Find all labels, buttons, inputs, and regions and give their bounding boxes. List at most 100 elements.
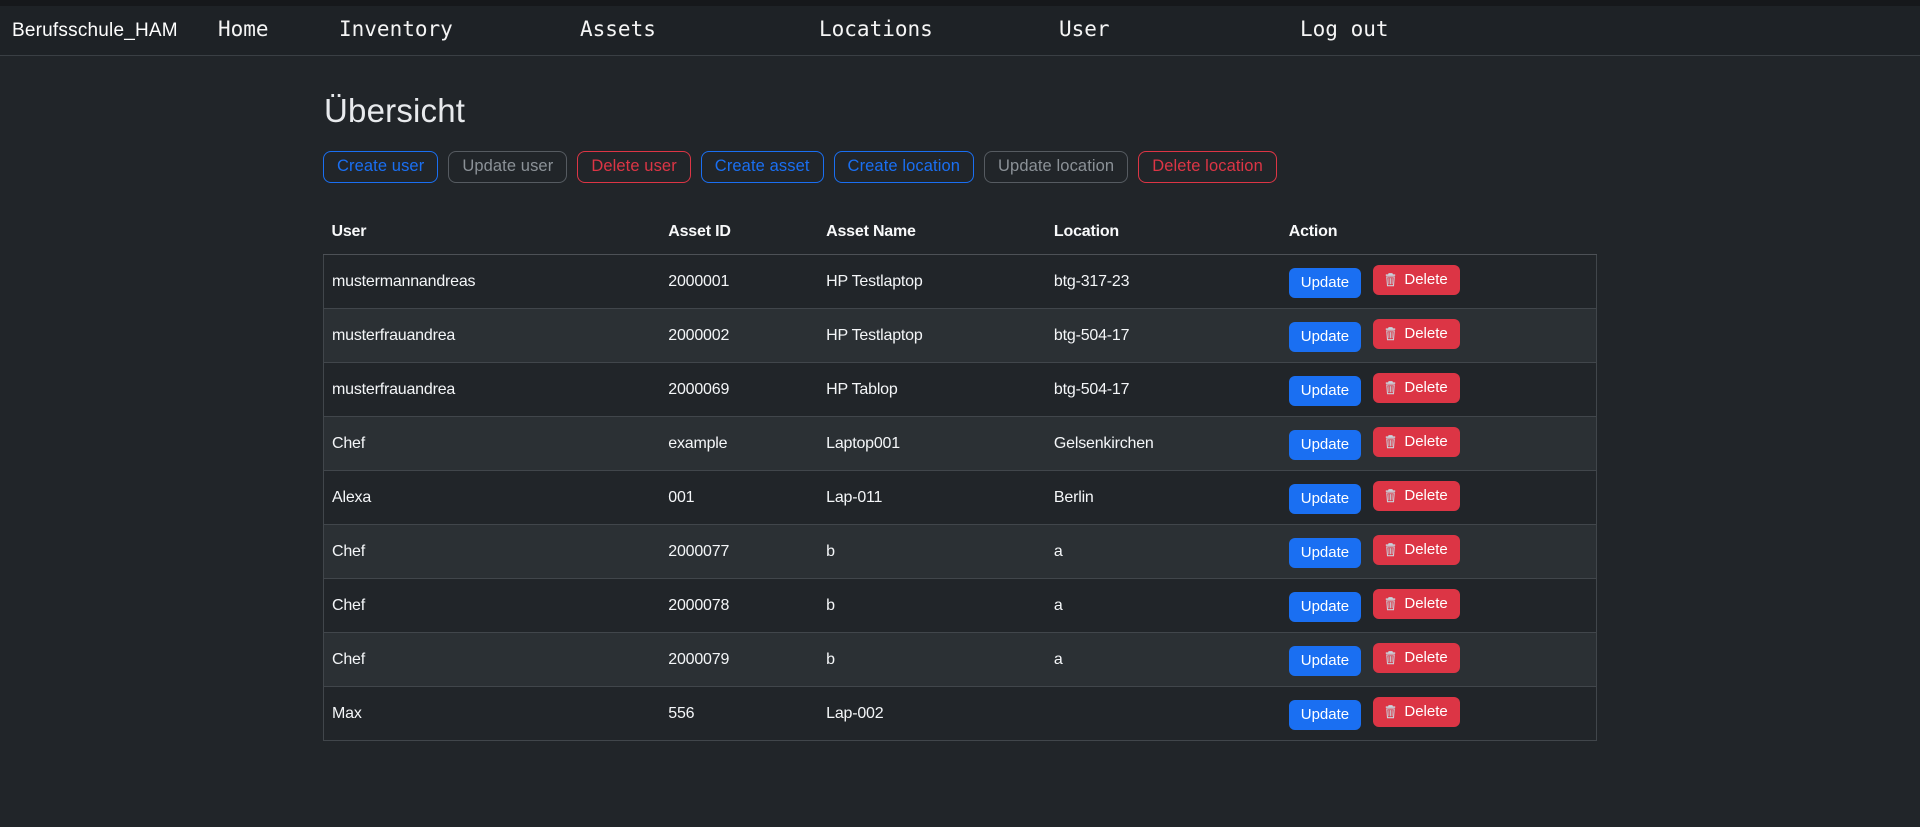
cell-user: musterfrauandrea [324, 363, 661, 417]
wastebasket-icon [1383, 434, 1398, 449]
cell-action: Update Delete [1281, 471, 1597, 525]
table-header: User Asset ID Asset Name Location Action [324, 215, 1597, 255]
update-button[interactable]: Update [1289, 322, 1361, 352]
table-row: Chef 2000078 b a Update [324, 579, 1597, 633]
cell-action: Update Delete [1281, 255, 1597, 309]
toolbar-button[interactable]: Update user [448, 151, 567, 183]
toolbar-button[interactable]: Create user [323, 151, 438, 183]
nav-item[interactable]: User [1059, 17, 1110, 41]
cell-action: Update Delete [1281, 687, 1597, 741]
cell-user: Max [324, 687, 661, 741]
cell-location: a [1046, 633, 1281, 687]
nav-item[interactable]: Home [218, 17, 269, 41]
column-header: Action [1281, 215, 1597, 255]
table-row: Alexa 001 Lap-011 Berlin Update [324, 471, 1597, 525]
cell-asset-id: 2000077 [660, 525, 818, 579]
cell-asset-id: 2000002 [660, 309, 818, 363]
cell-user: Chef [324, 525, 661, 579]
delete-button[interactable]: Delete [1373, 589, 1459, 619]
cell-asset-id: 001 [660, 471, 818, 525]
cell-user: mustermannandreas [324, 255, 661, 309]
toolbar-button[interactable]: Create location [834, 151, 974, 183]
delete-button[interactable]: Delete [1373, 535, 1459, 565]
column-header: Asset Name [818, 215, 1046, 255]
update-button[interactable]: Update [1289, 646, 1361, 676]
assets-table: User Asset ID Asset Name Location Action… [323, 215, 1597, 741]
delete-button[interactable]: Delete [1373, 373, 1459, 403]
column-header: Asset ID [660, 215, 818, 255]
cell-user: Chef [324, 633, 661, 687]
cell-action: Update Delete [1281, 309, 1597, 363]
cell-asset-id: 2000079 [660, 633, 818, 687]
cell-user: Chef [324, 417, 661, 471]
page-title: Übersicht [324, 92, 1597, 130]
cell-location: a [1046, 525, 1281, 579]
wastebasket-icon [1383, 272, 1398, 287]
cell-location: Berlin [1046, 471, 1281, 525]
cell-asset-id: example [660, 417, 818, 471]
delete-button-label: Delete [1404, 703, 1447, 720]
cell-asset-name: Lap-002 [818, 687, 1046, 741]
cell-asset-id: 556 [660, 687, 818, 741]
toolbar-button[interactable]: Update location [984, 151, 1128, 183]
cell-location [1046, 687, 1281, 741]
toolbar-button[interactable]: Create asset [701, 151, 824, 183]
delete-button-label: Delete [1404, 487, 1447, 504]
table-row: musterfrauandrea 2000002 HP Testlaptop b… [324, 309, 1597, 363]
table-row: mustermannandreas 2000001 HP Testlaptop … [324, 255, 1597, 309]
update-button[interactable]: Update [1289, 592, 1361, 622]
wastebasket-icon [1383, 704, 1398, 719]
cell-location: btg-504-17 [1046, 309, 1281, 363]
delete-button[interactable]: Delete [1373, 481, 1459, 511]
update-button[interactable]: Update [1289, 700, 1361, 730]
main-content: Übersicht Create user Update user Delete… [323, 92, 1597, 741]
nav-item[interactable]: Inventory [339, 17, 453, 41]
cell-user: Chef [324, 579, 661, 633]
wastebasket-icon [1383, 650, 1398, 665]
delete-button[interactable]: Delete [1373, 319, 1459, 349]
cell-action: Update Delete [1281, 525, 1597, 579]
delete-button-label: Delete [1404, 541, 1447, 558]
delete-button[interactable]: Delete [1373, 265, 1459, 295]
delete-button[interactable]: Delete [1373, 643, 1459, 673]
wastebasket-icon [1383, 380, 1398, 395]
update-button[interactable]: Update [1289, 376, 1361, 406]
nav-item[interactable]: Log out [1300, 17, 1389, 41]
table-row: Chef 2000079 b a Update [324, 633, 1597, 687]
navbar-brand[interactable]: Berufsschule_HAM [12, 20, 178, 42]
toolbar-button[interactable]: Delete location [1138, 151, 1277, 183]
nav-item[interactable]: Locations [819, 17, 933, 41]
cell-action: Update Delete [1281, 417, 1597, 471]
nav-item[interactable]: Assets [580, 17, 656, 41]
update-button[interactable]: Update [1289, 430, 1361, 460]
cell-asset-name: HP Testlaptop [818, 309, 1046, 363]
cell-asset-id: 2000078 [660, 579, 818, 633]
delete-button[interactable]: Delete [1373, 427, 1459, 457]
cell-asset-name: Laptop001 [818, 417, 1046, 471]
cell-asset-name: b [818, 579, 1046, 633]
cell-asset-name: b [818, 525, 1046, 579]
table-row: Chef example Laptop001 Gelsenkirchen Upd… [324, 417, 1597, 471]
update-button[interactable]: Update [1289, 538, 1361, 568]
cell-location: Gelsenkirchen [1046, 417, 1281, 471]
cell-asset-name: HP Testlaptop [818, 255, 1046, 309]
table-row: Max 556 Lap-002 Update [324, 687, 1597, 741]
top-navbar: Berufsschule_HAM Home Inventory Assets L… [0, 0, 1920, 56]
table-row: Chef 2000077 b a Update [324, 525, 1597, 579]
crud-toolbar: Create user Update user Delete user Crea… [323, 151, 1597, 183]
cell-action: Update Delete [1281, 579, 1597, 633]
cell-action: Update Delete [1281, 633, 1597, 687]
cell-asset-id: 2000001 [660, 255, 818, 309]
cell-location: btg-504-17 [1046, 363, 1281, 417]
column-header: Location [1046, 215, 1281, 255]
table-body: mustermannandreas 2000001 HP Testlaptop … [324, 255, 1597, 741]
update-button[interactable]: Update [1289, 484, 1361, 514]
toolbar-button[interactable]: Delete user [577, 151, 690, 183]
cell-location: a [1046, 579, 1281, 633]
cell-asset-name: Lap-011 [818, 471, 1046, 525]
delete-button-label: Delete [1404, 379, 1447, 396]
update-button[interactable]: Update [1289, 268, 1361, 298]
delete-button[interactable]: Delete [1373, 697, 1459, 727]
cell-asset-id: 2000069 [660, 363, 818, 417]
cell-asset-name: b [818, 633, 1046, 687]
